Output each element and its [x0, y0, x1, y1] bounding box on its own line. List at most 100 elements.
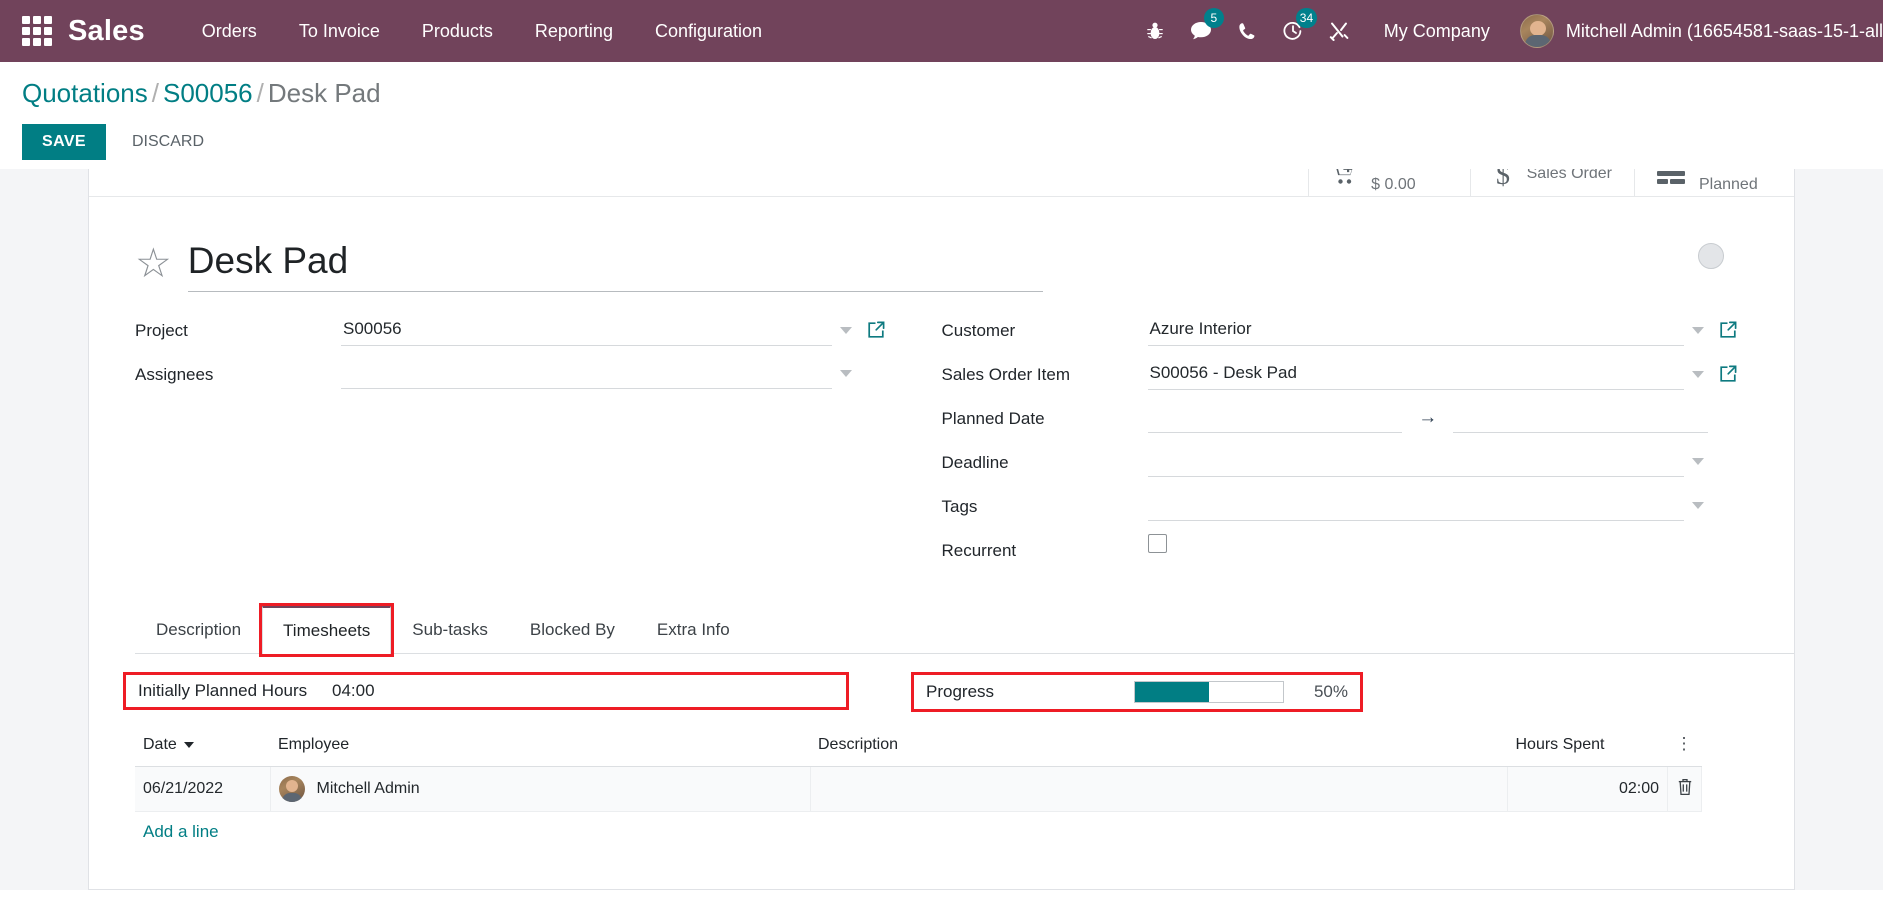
field-sales-order-item: Sales Order Item S00056 - Desk Pad [942, 358, 1739, 400]
tags-input[interactable] [1147, 490, 1684, 521]
planned-date-end-input[interactable] [1453, 402, 1708, 433]
navbar-systray: 5 34 My Company Mitchell Admin (16654581… [1132, 0, 1883, 62]
table-row[interactable]: 06/21/2022 Mitchell Admin 02:00 [135, 766, 1702, 812]
stat-button-products[interactable]: 0 Products $ 0.00 [1308, 169, 1469, 196]
menu-products[interactable]: Products [401, 0, 514, 62]
field-planned-date-label: Planned Date [941, 409, 1045, 428]
timesheets-tab-panel: Initially Planned Hours 04:00 Progress 5… [123, 654, 1794, 842]
recurrent-checkbox[interactable] [1147, 534, 1167, 553]
breadcrumb-s00056[interactable]: S00056 [163, 78, 253, 108]
menu-reporting[interactable]: Reporting [514, 0, 634, 62]
form-fields: Project S00056 Assignees Customer Azure … [89, 292, 1794, 578]
timesheet-table-head: Date Employee Description Hours Spent ⋮ [135, 730, 1702, 767]
employee-cell-content: Mitchell Admin [278, 776, 802, 802]
column-header-date[interactable]: Date [135, 730, 270, 767]
cell-hours-spent[interactable]: 02:00 [1507, 766, 1668, 812]
tab-timesheets[interactable]: Timesheets [259, 603, 395, 657]
breadcrumb-separator-2: / [256, 78, 264, 108]
sort-desc-icon [183, 741, 194, 748]
column-header-employee[interactable]: Employee [270, 730, 810, 767]
avatar [1519, 14, 1554, 48]
field-assignees-label: Assignees [135, 365, 214, 384]
progress-label: Progress [926, 682, 995, 701]
trash-icon[interactable] [1667, 766, 1702, 812]
stat-sales-order-line1: Sales Order [1526, 169, 1612, 182]
vertical-dots-icon[interactable]: ⋮ [1667, 730, 1702, 767]
field-tags: Tags [942, 490, 1739, 532]
chevron-down-icon[interactable] [1692, 370, 1704, 378]
external-link-icon[interactable] [866, 320, 886, 340]
chevron-down-icon[interactable] [1692, 458, 1704, 465]
field-deadline: Deadline [942, 446, 1739, 488]
external-link-icon[interactable] [1718, 364, 1738, 384]
planned-date-start-input[interactable] [1147, 402, 1403, 433]
star-outline-icon[interactable]: ☆ [135, 241, 172, 285]
form-column-right: Customer Azure Interior Sales Order Item… [942, 314, 1749, 578]
column-header-hours-spent[interactable]: Hours Spent [1507, 730, 1668, 767]
field-recurrent-label: Recurrent [941, 541, 1017, 560]
tab-extra-info[interactable]: Extra Info [636, 606, 751, 654]
user-name-label: Mitchell Admin (16654581-saas-15-1-all [1565, 20, 1883, 41]
tab-sub-tasks[interactable]: Sub-tasks [391, 606, 509, 654]
breadcrumb: Quotations / S00056/Desk Pad [22, 76, 1861, 110]
field-planned-date: Planned Date → [942, 402, 1739, 444]
apps-grid-icon[interactable] [20, 14, 54, 48]
chevron-down-icon[interactable] [839, 370, 852, 377]
bug-icon[interactable] [1132, 0, 1178, 62]
page-title[interactable]: Desk Pad [187, 237, 1043, 292]
menu-configuration[interactable]: Configuration [634, 0, 783, 62]
tab-blocked-by[interactable]: Blocked By [509, 606, 636, 654]
chevron-down-icon[interactable] [839, 326, 852, 334]
breadcrumb-quotations[interactable]: Quotations [22, 78, 148, 108]
form-view-background: 0 Products $ 0.00 $ Sales Order [0, 169, 1883, 890]
activity-clock-icon[interactable]: 34 [1270, 0, 1318, 62]
external-link-icon[interactable] [1718, 320, 1738, 340]
field-deadline-label: Deadline [941, 453, 1009, 472]
cell-date[interactable]: 06/21/2022 [135, 766, 271, 812]
tools-icon[interactable] [1316, 0, 1362, 62]
stat-button-sales-order[interactable]: $ Sales Order [1469, 169, 1634, 196]
avatar [278, 776, 305, 802]
company-switcher[interactable]: My Company [1362, 21, 1506, 42]
initially-planned-hours-group: Initially Planned Hours 04:00 [123, 672, 849, 710]
stat-button-hours[interactable]: 0 Hours Planned [1634, 169, 1794, 196]
menu-to-invoice[interactable]: To Invoice [278, 0, 401, 62]
assignees-input[interactable] [341, 358, 832, 389]
svg-text:$: $ [1496, 169, 1510, 188]
list-bars-icon [1657, 169, 1685, 186]
initially-planned-hours-label: Initially Planned Hours [138, 681, 308, 700]
field-tags-value-wrap [1147, 490, 1739, 521]
phone-icon[interactable] [1224, 0, 1270, 62]
project-input[interactable]: S00056 [341, 314, 832, 346]
cell-description[interactable] [810, 766, 1508, 812]
employee-name: Mitchell Admin [316, 780, 420, 797]
progress-percent-label: 50% [1313, 682, 1348, 701]
deadline-input[interactable] [1147, 446, 1684, 477]
add-a-line-button[interactable]: Add a line [135, 812, 227, 842]
save-button[interactable]: SAVE [22, 124, 106, 160]
user-menu[interactable]: Mitchell Admin (16654581-saas-15-1-all [1506, 14, 1883, 48]
app-brand-sales[interactable]: Sales [68, 15, 145, 48]
activity-badge: 34 [1295, 8, 1318, 28]
chevron-down-icon[interactable] [1692, 502, 1704, 509]
initially-planned-hours-input[interactable]: 04:00 [332, 681, 836, 701]
stat-hours-line2: Planned [1699, 175, 1758, 193]
stat-button-text: 0 Hours Planned [1699, 169, 1758, 195]
stat-hours-line1: 0 Hours [1699, 169, 1755, 172]
cell-employee[interactable]: Mitchell Admin [270, 766, 811, 812]
discard-button[interactable]: DISCARD [116, 124, 220, 160]
customer-input[interactable]: Azure Interior [1147, 314, 1684, 346]
arrow-right-icon: → [1418, 406, 1438, 428]
kanban-state-circle[interactable] [1698, 243, 1724, 269]
record-action-buttons: SAVE DISCARD [22, 124, 1861, 160]
chevron-down-icon[interactable] [1692, 326, 1704, 334]
table-header-row: Date Employee Description Hours Spent ⋮ [135, 730, 1702, 767]
stat-products-line1: 0 Products [1371, 169, 1447, 172]
menu-orders[interactable]: Orders [181, 0, 278, 62]
column-header-description[interactable]: Description [810, 730, 1508, 767]
timesheet-table-body: 06/21/2022 Mitchell Admin 02:00 [135, 766, 1702, 812]
sales-order-item-input[interactable]: S00056 - Desk Pad [1147, 358, 1684, 390]
tab-description[interactable]: Description [135, 606, 262, 654]
chat-icon[interactable]: 5 [1178, 0, 1224, 62]
stat-button-text: 0 Products $ 0.00 [1371, 169, 1447, 195]
